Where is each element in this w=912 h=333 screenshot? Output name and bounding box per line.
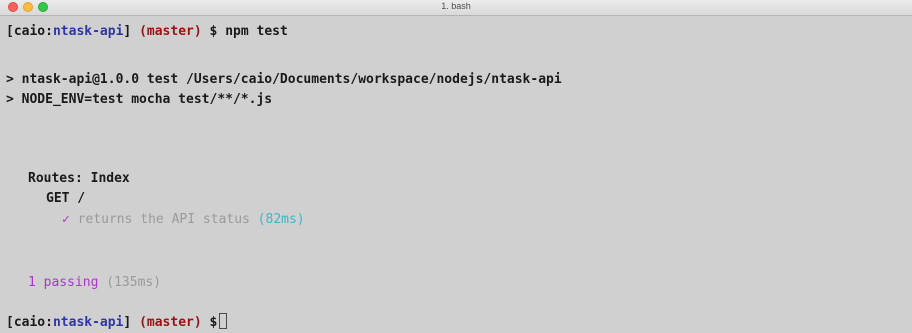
check-icon: ✓ xyxy=(62,212,70,227)
text-cursor[interactable] xyxy=(219,313,228,329)
test-duration: (82ms) xyxy=(257,212,305,227)
test-result-line: ✓ returns the API status (82ms) xyxy=(62,210,305,230)
prompt-git-branch: (master) xyxy=(139,24,202,39)
prompt-dollar: $ xyxy=(209,24,218,39)
test-name: returns the API status xyxy=(77,212,250,227)
test-suite-name: Routes: Index xyxy=(28,171,130,186)
test-subsuite-name: GET / xyxy=(46,191,86,206)
prompt-git-branch: (master) xyxy=(139,315,202,330)
prompt-directory: ntask-api xyxy=(52,24,124,39)
prompt-bracket-open: [ xyxy=(6,24,14,39)
prompt-bracket-close: ] xyxy=(123,24,132,39)
summary-line: 1 passing (135ms) xyxy=(28,273,161,293)
prompt-line: [caio:ntask-api] (master) $ xyxy=(6,313,228,333)
typed-command: npm test xyxy=(225,24,288,39)
prompt-directory: ntask-api xyxy=(52,315,124,330)
npm-script-line: > ntask-api@1.0.0 test /Users/caio/Docum… xyxy=(6,72,562,87)
title-bar[interactable]: 1. bash xyxy=(0,0,912,16)
prompt-line: [caio:ntask-api] (master) $ npm test xyxy=(6,22,288,42)
prompt-user: caio xyxy=(13,315,46,330)
prompt-dollar: $ xyxy=(209,315,218,330)
window-title: 1. bash xyxy=(441,1,471,11)
prompt-separator: : xyxy=(45,315,53,330)
passing-count: 1 passing xyxy=(28,275,99,290)
terminal-output[interactable]: [caio:ntask-api] (master) $ npm test > n… xyxy=(0,16,912,333)
prompt-bracket-open: [ xyxy=(6,315,14,330)
prompt-bracket-close: ] xyxy=(123,315,132,330)
total-duration: (135ms) xyxy=(106,275,162,290)
npm-script-line: > NODE_ENV=test mocha test/**/*.js xyxy=(6,92,273,107)
prompt-user: caio xyxy=(13,24,46,39)
terminal-window: 1. bash [caio:ntask-api] (master) $ npm … xyxy=(0,0,912,333)
prompt-separator: : xyxy=(45,24,53,39)
